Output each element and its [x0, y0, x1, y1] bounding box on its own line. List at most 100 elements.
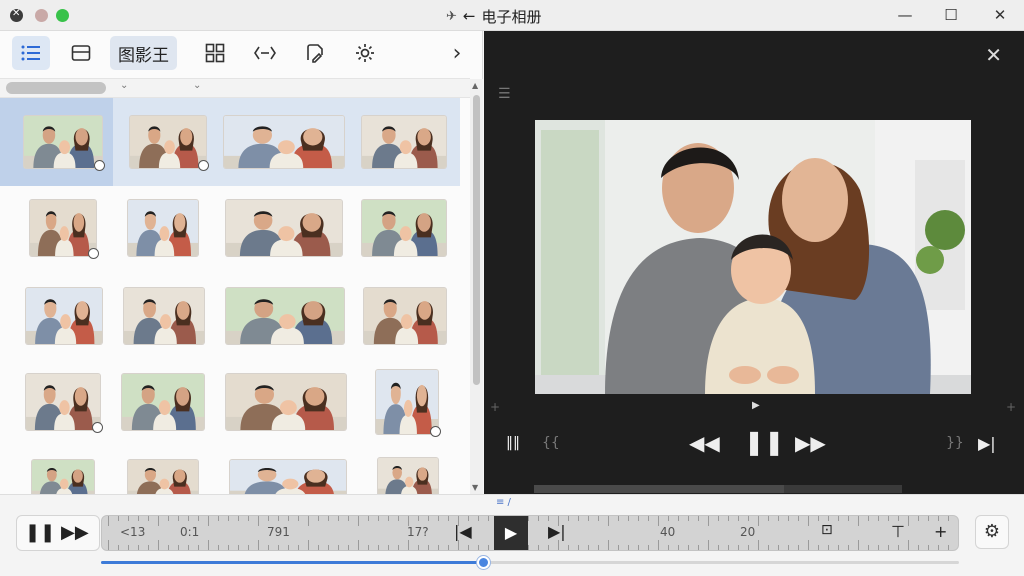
timeline-tick [748, 516, 749, 521]
sort-mark-icon[interactable]: ⌄ [120, 80, 128, 91]
scrubber-track[interactable] [101, 556, 959, 569]
photo-thumbnail[interactable] [130, 116, 206, 168]
scrollbar-thumb[interactable] [473, 95, 480, 385]
timeline-tick [668, 545, 669, 550]
timeline-tick [868, 545, 869, 550]
column-header-bar[interactable] [6, 82, 106, 94]
photo-thumbnail[interactable] [124, 288, 204, 344]
player-progress-bar[interactable] [534, 485, 902, 493]
gallery-scrollbar[interactable]: ▲ ▼ [470, 79, 483, 494]
rewind-icon[interactable]: ◀◀ [689, 431, 720, 455]
timeline-tick [448, 545, 449, 550]
settings-icon[interactable] [346, 36, 384, 70]
timeline-tick [938, 516, 939, 521]
add-right-icon[interactable]: + [1006, 400, 1016, 414]
photo-thumbnail[interactable] [230, 460, 346, 494]
minimize-button[interactable]: — [893, 4, 917, 26]
bracket-right-icon[interactable]: }} [946, 435, 964, 451]
app-window: ✈ ← 电子相册 — ☐ ✕ 图影王 [0, 0, 1024, 576]
timeline-tick [298, 545, 299, 550]
sort-mark-icon[interactable]: ⌄ [193, 80, 201, 91]
pause-button[interactable]: ❚❚ [25, 522, 55, 543]
photo-thumbnail[interactable] [226, 200, 342, 256]
timeline-tick [308, 540, 309, 550]
pause-icon[interactable]: ❚❚ [744, 428, 784, 456]
timeline-tick [858, 540, 859, 550]
photo-thumbnail[interactable] [226, 288, 344, 344]
select-badge-icon[interactable] [198, 160, 209, 171]
previous-button[interactable]: |◀ [454, 522, 472, 541]
timeline-tick [298, 516, 299, 521]
photo-thumbnail[interactable] [26, 288, 102, 344]
close-button[interactable]: ✕ [988, 4, 1012, 26]
maximize-traffic-light-icon[interactable] [56, 9, 69, 22]
bars-icon[interactable]: ‖‖ [506, 435, 520, 451]
photo-thumbnail[interactable] [376, 370, 438, 434]
photo-thumbnail[interactable] [226, 374, 346, 430]
photo-thumbnail[interactable] [32, 460, 94, 494]
menu-icon[interactable]: ☰ [498, 86, 511, 102]
fast-forward-button[interactable]: ▶▶ [61, 522, 89, 543]
app-label-button[interactable]: 图影王 [110, 36, 177, 70]
timeline-strip[interactable]: <13 0:1 791 17? |◀ ▶ ▶| 40 20 ⊡ ⊤ + [101, 515, 959, 551]
timeline-tick [368, 545, 369, 550]
scroll-up-icon[interactable]: ▲ [472, 81, 478, 90]
timeline-tick [868, 516, 869, 521]
timeline-tick [878, 516, 879, 521]
photo-thumbnail[interactable] [362, 200, 446, 256]
timeline-tick [958, 540, 959, 550]
bracket-left-icon[interactable]: {{ [542, 435, 560, 451]
timeline-settings-icon[interactable]: ⚙ [975, 515, 1009, 549]
timeline-tick [678, 516, 679, 521]
photo-thumbnail[interactable] [24, 116, 102, 168]
grid-view-icon[interactable] [196, 36, 234, 70]
minimize-traffic-light-icon[interactable] [35, 9, 48, 22]
small-play-icon[interactable]: ▶ [752, 400, 760, 411]
timeline-tick [738, 545, 739, 550]
photo-thumbnail[interactable] [364, 288, 446, 344]
next-button[interactable]: ▶| [548, 522, 566, 541]
photo-thumbnail[interactable] [224, 116, 344, 168]
close-traffic-light-icon[interactable] [10, 8, 23, 22]
timeline-tick [818, 516, 819, 521]
add-clip-icon[interactable]: + [934, 522, 947, 541]
forward-icon[interactable]: ▶▶ [795, 431, 826, 455]
play-button[interactable]: ▶ [494, 516, 528, 550]
list-view-icon[interactable] [12, 36, 50, 70]
maximize-button[interactable]: ☐ [939, 4, 963, 26]
photo-thumbnail[interactable] [378, 458, 438, 494]
timeline-tick [198, 545, 199, 550]
chevron-right-icon[interactable]: › [440, 36, 474, 70]
select-badge-icon[interactable] [92, 422, 103, 433]
timeline-tick [648, 545, 649, 550]
share-icon[interactable] [246, 36, 284, 70]
select-badge-icon[interactable] [94, 160, 105, 171]
photo-thumbnail[interactable] [122, 374, 204, 430]
select-badge-icon[interactable] [88, 248, 99, 259]
split-icon[interactable]: ⊤ [891, 522, 905, 541]
edit-icon[interactable] [296, 36, 334, 70]
timeline-tick [328, 545, 329, 550]
photo-thumbnail[interactable] [128, 460, 198, 494]
close-player-icon[interactable]: ✕ [985, 43, 1002, 67]
scroll-down-icon[interactable]: ▼ [472, 483, 478, 492]
timeline-tick [268, 545, 269, 550]
timeline-tick [688, 516, 689, 521]
scrubber-knob[interactable] [476, 556, 490, 569]
photo-thumbnail[interactable] [30, 200, 96, 256]
column-header: ⌄ ⌄ [0, 78, 470, 98]
timeline-tick [218, 545, 219, 550]
timeline-tick [318, 516, 319, 521]
toolbar: 图影王 › [0, 31, 483, 76]
timeline-tick [188, 516, 189, 521]
photo-thumbnail[interactable] [26, 374, 100, 430]
select-badge-icon[interactable] [430, 426, 441, 437]
photo-thumbnail[interactable] [362, 116, 446, 168]
add-left-icon[interactable]: + [490, 400, 500, 414]
skip-end-icon[interactable]: ▶| [978, 434, 996, 453]
back-arrow-icon[interactable]: ← [463, 7, 476, 25]
photo-thumbnail[interactable] [128, 200, 198, 256]
export-frame-icon[interactable]: ⊡ [821, 522, 833, 538]
timeline-tick [288, 516, 289, 521]
folder-icon[interactable] [62, 36, 100, 70]
